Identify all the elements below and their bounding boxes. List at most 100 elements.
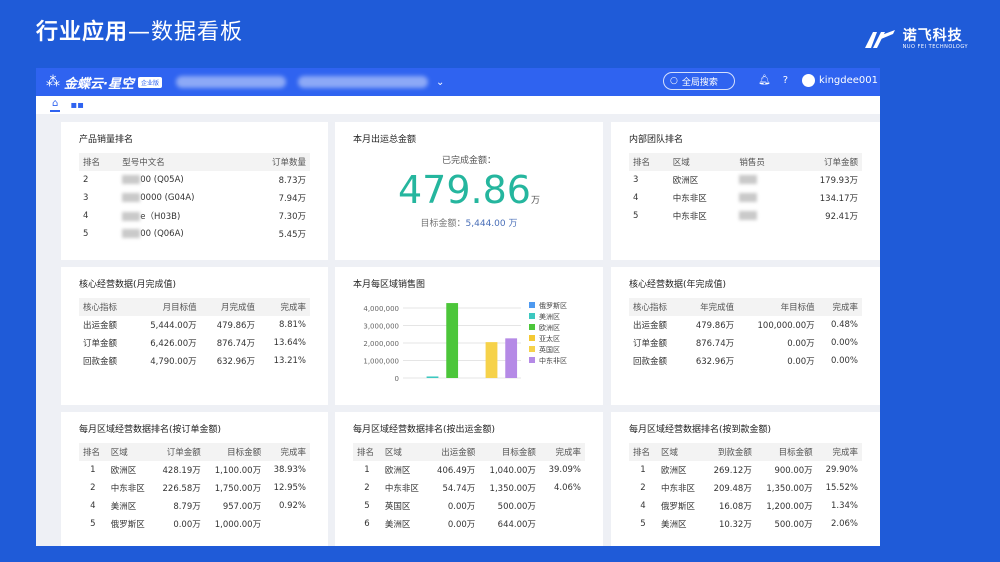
cell: 中东非区 (672, 194, 707, 204)
table-row[interactable]: 1 欧洲区 269.12万 900.00万 29.90% (629, 461, 862, 479)
card-title: 核心经营数据(月完成值) (79, 280, 177, 290)
cell: 1,200.00万 (766, 502, 813, 512)
table-row[interactable]: 5 00 (Q06A) 5.45万 (79, 225, 310, 243)
legend-label: 美洲区 (539, 312, 560, 321)
completed-amount-unit: 万 (530, 196, 540, 206)
table-header: 排名 (353, 443, 381, 461)
company-logo: 诺飞科技 NUO FEI TECHNOLOGY (863, 28, 968, 50)
legend-swatch (529, 302, 535, 308)
cell: 644.00万 (497, 520, 536, 530)
table-header: 排名 (79, 443, 107, 461)
user-name: kingdee001 (819, 75, 878, 86)
table-row[interactable]: 2 中东非区 54.74万 1,350.00万 4.06% (353, 479, 585, 497)
card-title: 内部团队排名 (629, 135, 684, 145)
y-tick-label: 4,000,000 (363, 305, 399, 313)
cell: 1,100.00万 (214, 466, 262, 476)
app-topbar: ⁂ 金蝶云·星空 企业版 ⌄ ○ 全局搜索 🔔︎ ? kingdee001 (36, 68, 880, 96)
card-shipment-total: 本月出运总金额 已完成金额： 479.86万 目标金额：5,444.00 万 (335, 122, 603, 260)
table-row[interactable]: 2 中东非区 226.58万 1,750.00万 12.95% (79, 479, 310, 497)
home-icon[interactable]: ⌂ (50, 98, 61, 112)
table-row[interactable]: 3 0000 (G04A) 7.94万 (79, 189, 310, 207)
cell: 0.00万 (447, 520, 476, 530)
cell: 美洲区 (384, 520, 411, 530)
cell: 100,000.00万 (757, 321, 815, 331)
app-window: ⁂ 金蝶云·星空 企业版 ⌄ ○ 全局搜索 🔔︎ ? kingdee001 ⌂ … (36, 68, 880, 546)
table-row[interactable]: 5 美洲区 10.32万 500.00万 2.06% (629, 515, 862, 533)
table-row[interactable]: 1 欧洲区 428.19万 1,100.00万 38.93% (79, 461, 310, 479)
cell: 8.81% (278, 320, 306, 330)
cell: 16.08万 (718, 502, 752, 512)
cell: 1,350.00万 (489, 484, 536, 494)
apps-grid-icon[interactable]: ▪▪ (70, 100, 84, 111)
help-icon[interactable]: ? (783, 75, 788, 86)
user-menu[interactable]: kingdee001 (802, 74, 878, 87)
global-search[interactable]: ○ 全局搜索 (663, 72, 735, 90)
cell (540, 497, 585, 515)
cell: 4 (633, 193, 639, 203)
table-row[interactable]: 4 俄罗斯区 16.08万 1,200.00万 1.34% (629, 497, 862, 515)
logo-text-cn: 诺飞科技 (902, 27, 963, 44)
table-row[interactable]: 出运金额 5,444.00万 479.86万 8.81% (79, 316, 310, 334)
rank-ship-table: 排名 区域 出运金额 目标金额 完成率 1 欧洲区 406.49万 1,040.… (353, 443, 585, 533)
app-brand[interactable]: ⁂ 金蝶云·星空 企业版 (46, 73, 162, 92)
account-selector-blurred[interactable] (297, 76, 428, 88)
cell: 5 (364, 501, 370, 511)
table-row[interactable]: 4 e（H03B) 7.30万 (79, 207, 310, 225)
cell: 3 (633, 175, 639, 185)
table-row[interactable]: 5 中东非区 92.41万 (629, 207, 862, 225)
card-rank-collect: 每月区域经营数据排名(按到款金额) 排名 区域 到款金额 目标金额 完成率 1 … (611, 412, 880, 546)
table-row[interactable]: 2 00 (Q05A) 8.73万 (79, 171, 310, 189)
completed-amount-value: 479.86 (398, 168, 531, 212)
cell: 957.00万 (222, 502, 262, 512)
cell: 1,750.00万 (214, 484, 262, 494)
table-row[interactable]: 5 俄罗斯区 0.00万 1,000.00万 (79, 515, 310, 533)
global-search-label: 全局搜索 (681, 77, 718, 88)
table-row[interactable]: 回款金额 4,790.00万 632.96万 13.21% (79, 352, 310, 370)
cell: 5.45万 (278, 230, 306, 240)
table-row[interactable]: 订单金额 6,426.00万 876.74万 13.64% (79, 334, 310, 352)
table-row[interactable]: 5 英国区 0.00万 500.00万 (353, 497, 585, 515)
search-icon: ○ (670, 76, 678, 86)
cell: 出运金额 (83, 321, 118, 331)
table-row[interactable]: 6 美洲区 0.00万 644.00万 (353, 515, 585, 533)
cell: 479.86万 (695, 321, 735, 331)
cell: 1 (364, 465, 370, 475)
table-row[interactable]: 4 美洲区 8.79万 957.00万 0.92% (79, 497, 310, 515)
model-name: 00 (Q06A) (140, 229, 184, 239)
cell: 回款金额 (83, 357, 118, 367)
cell: 3 (83, 193, 89, 203)
cell: 5,444.00万 (150, 321, 197, 331)
table-header: 区域 (106, 443, 154, 461)
cell: 欧洲区 (672, 176, 699, 186)
table-row[interactable]: 3 欧洲区 179.93万 (629, 171, 862, 189)
card-title: 每月区域经营数据排名(按订单金额) (79, 425, 222, 435)
bell-icon[interactable]: 🔔︎ (758, 75, 771, 86)
table-row[interactable]: 回款金额 632.96万 0.00万 0.00% (629, 352, 862, 370)
model-name: 0000 (G04A) (140, 193, 195, 203)
card-title: 核心经营数据(年完成值) (629, 280, 727, 290)
org-selector-blurred[interactable] (175, 76, 286, 88)
table-row[interactable]: 订单金额 876.74万 0.00万 0.00% (629, 334, 862, 352)
cell: 2 (90, 483, 96, 493)
table-header: 完成率 (265, 443, 310, 461)
chart-bar-2 (426, 376, 439, 378)
chevron-down-icon[interactable]: ⌄ (436, 77, 444, 88)
cell: 12.95% (273, 483, 306, 493)
redacted-block (122, 193, 141, 202)
table-row[interactable]: 出运金额 479.86万 100,000.00万 0.48% (629, 316, 862, 334)
cell (540, 515, 585, 533)
table-row[interactable]: 4 中东非区 134.17万 (629, 189, 862, 207)
cell: 0.92% (278, 501, 306, 511)
cell: 出运金额 (633, 321, 668, 331)
table-row[interactable]: 2 中东非区 209.48万 1,350.00万 15.52% (629, 479, 862, 497)
table-header: 出运金额 (427, 443, 480, 461)
target-amount: 目标金额：5,444.00 万 (353, 216, 585, 229)
cell: 0.00万 (787, 339, 815, 349)
table-header: 区域 (380, 443, 428, 461)
card-title: 本月出运总金额 (353, 135, 417, 145)
table-header: 完成率 (818, 298, 862, 316)
table-row[interactable]: 1 欧洲区 406.49万 1,040.00万 39.09% (353, 461, 585, 479)
cell: 209.48万 (713, 484, 752, 494)
cell: 中东非区 (110, 484, 145, 494)
cell: 1 (640, 465, 646, 475)
